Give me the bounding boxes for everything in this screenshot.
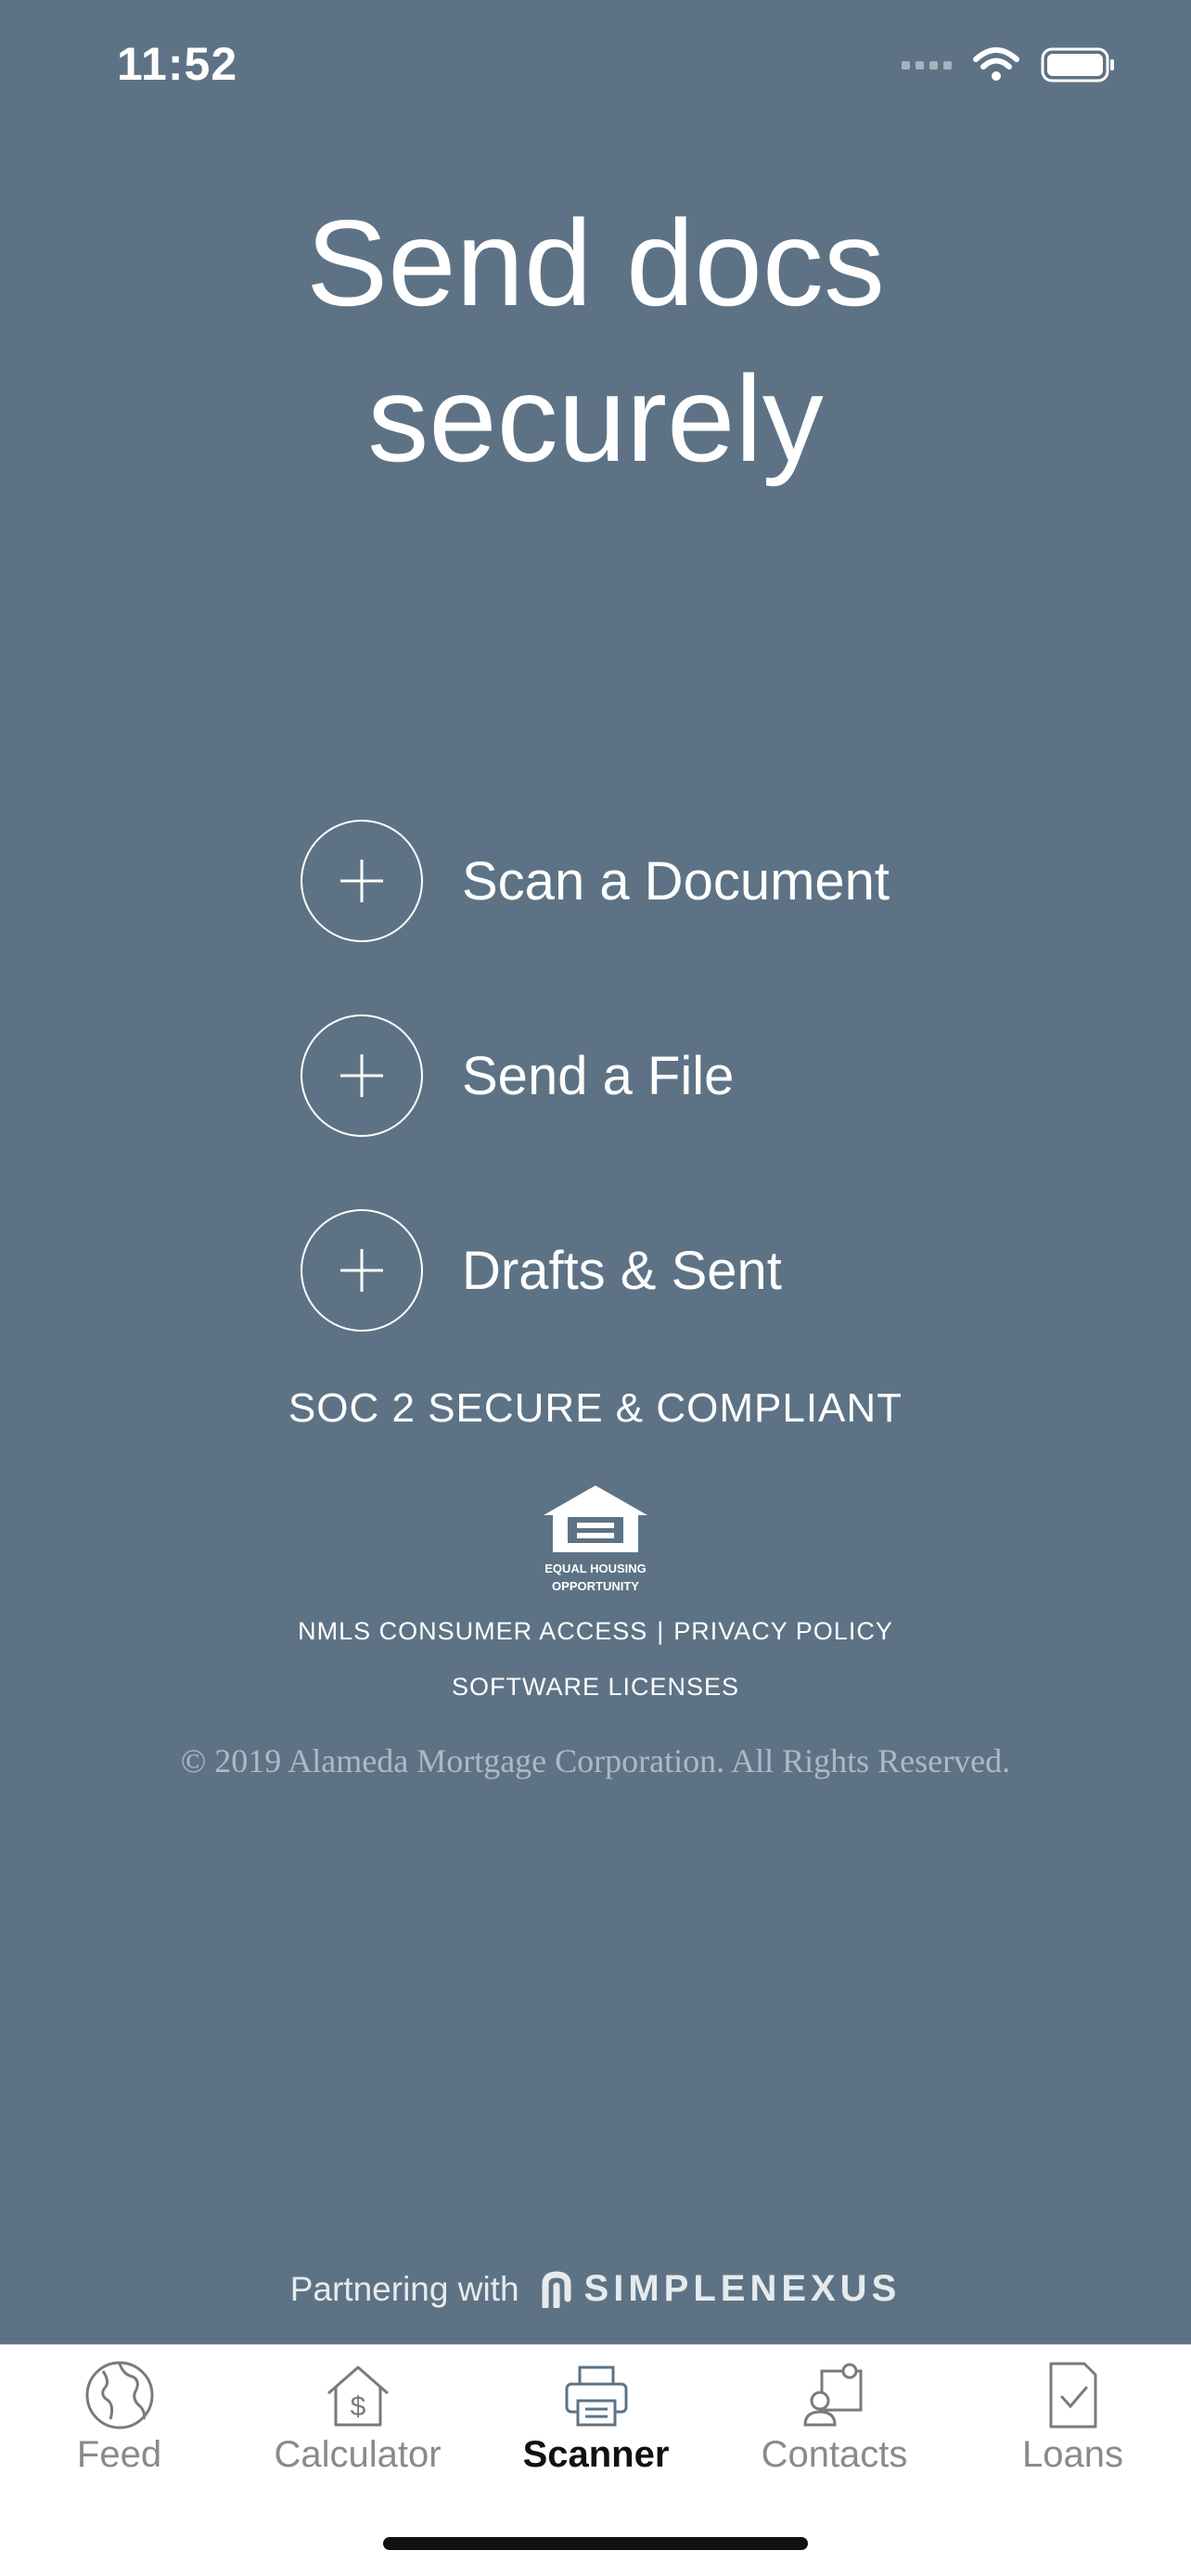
house-dollar-icon: $ — [327, 2366, 389, 2427]
send-file-label: Send a File — [462, 1045, 735, 1106]
cellular-signal-icon — [902, 60, 952, 70]
page-title: Send docs securely — [306, 195, 885, 487]
tab-calculator[interactable]: $ Calculator — [238, 2345, 477, 2503]
globe-icon — [85, 2361, 153, 2429]
drafts-sent-label: Drafts & Sent — [462, 1240, 782, 1301]
tab-contacts-label: Contacts — [761, 2434, 908, 2475]
tab-feed[interactable]: Feed — [0, 2345, 238, 2503]
equal-housing-house-icon — [544, 1486, 647, 1552]
nmls-consumer-access-link[interactable]: NMLS CONSUMER ACCESS — [298, 1617, 647, 1645]
contacts-icon — [802, 2363, 862, 2427]
document-check-icon — [1049, 2362, 1096, 2429]
status-icons — [902, 46, 1115, 83]
printer-icon — [565, 2366, 627, 2427]
equal-housing-logo: EQUAL HOUSING OPPORTUNITY — [536, 1484, 655, 1594]
simplenexus-logo-icon — [542, 2270, 571, 2308]
scan-document-label: Scan a Document — [462, 850, 890, 912]
tab-scanner[interactable]: Scanner — [477, 2345, 715, 2503]
scanner-screen: 11:52 Send docs securely Scan a Document… — [0, 0, 1191, 2576]
scan-document-button[interactable]: Scan a Document — [301, 820, 890, 942]
privacy-policy-link[interactable]: PRIVACY POLICY — [673, 1617, 893, 1645]
send-file-button[interactable]: Send a File — [301, 1014, 734, 1137]
partner-banner: Partnering with SIMPLENEXUS — [0, 2268, 1191, 2310]
home-indicator[interactable] — [383, 2537, 808, 2550]
plus-icon — [301, 1209, 423, 1332]
plus-icon — [301, 820, 423, 942]
tab-calculator-label: Calculator — [274, 2434, 442, 2475]
soc-compliance-text: SOC 2 SECURE & COMPLIANT — [288, 1385, 903, 1431]
drafts-sent-button[interactable]: Drafts & Sent — [301, 1209, 782, 1332]
partner-text: Partnering with — [289, 2269, 519, 2308]
tab-scanner-label: Scanner — [522, 2434, 670, 2475]
equal-housing-line2: OPPORTUNITY — [552, 1579, 639, 1593]
battery-icon — [1041, 47, 1114, 83]
simplenexus-brand-name: SIMPLENEXUS — [583, 2268, 902, 2309]
tab-feed-label: Feed — [76, 2434, 162, 2475]
plus-icon — [301, 1014, 423, 1137]
equal-housing-line1: EQUAL HOUSING — [544, 1562, 647, 1575]
tab-loans-label: Loans — [1022, 2434, 1123, 2475]
tab-contacts[interactable]: Contacts — [715, 2345, 954, 2503]
copyright-text: © 2019 Alameda Mortgage Corporation. All… — [180, 1742, 1011, 1779]
tab-loans[interactable]: Loans — [954, 2345, 1191, 2503]
link-separator: | — [657, 1617, 665, 1645]
wifi-icon — [973, 47, 1019, 81]
simplenexus-brand: SIMPLENEXUS — [540, 2268, 902, 2310]
software-licenses-link[interactable]: SOFTWARE LICENSES — [0, 1673, 1191, 1702]
svg-text:$: $ — [350, 2391, 365, 2422]
status-time: 11:52 — [117, 38, 238, 90]
footer-links: NMLS CONSUMER ACCESS | PRIVACY POLICY — [0, 1617, 1191, 1646]
